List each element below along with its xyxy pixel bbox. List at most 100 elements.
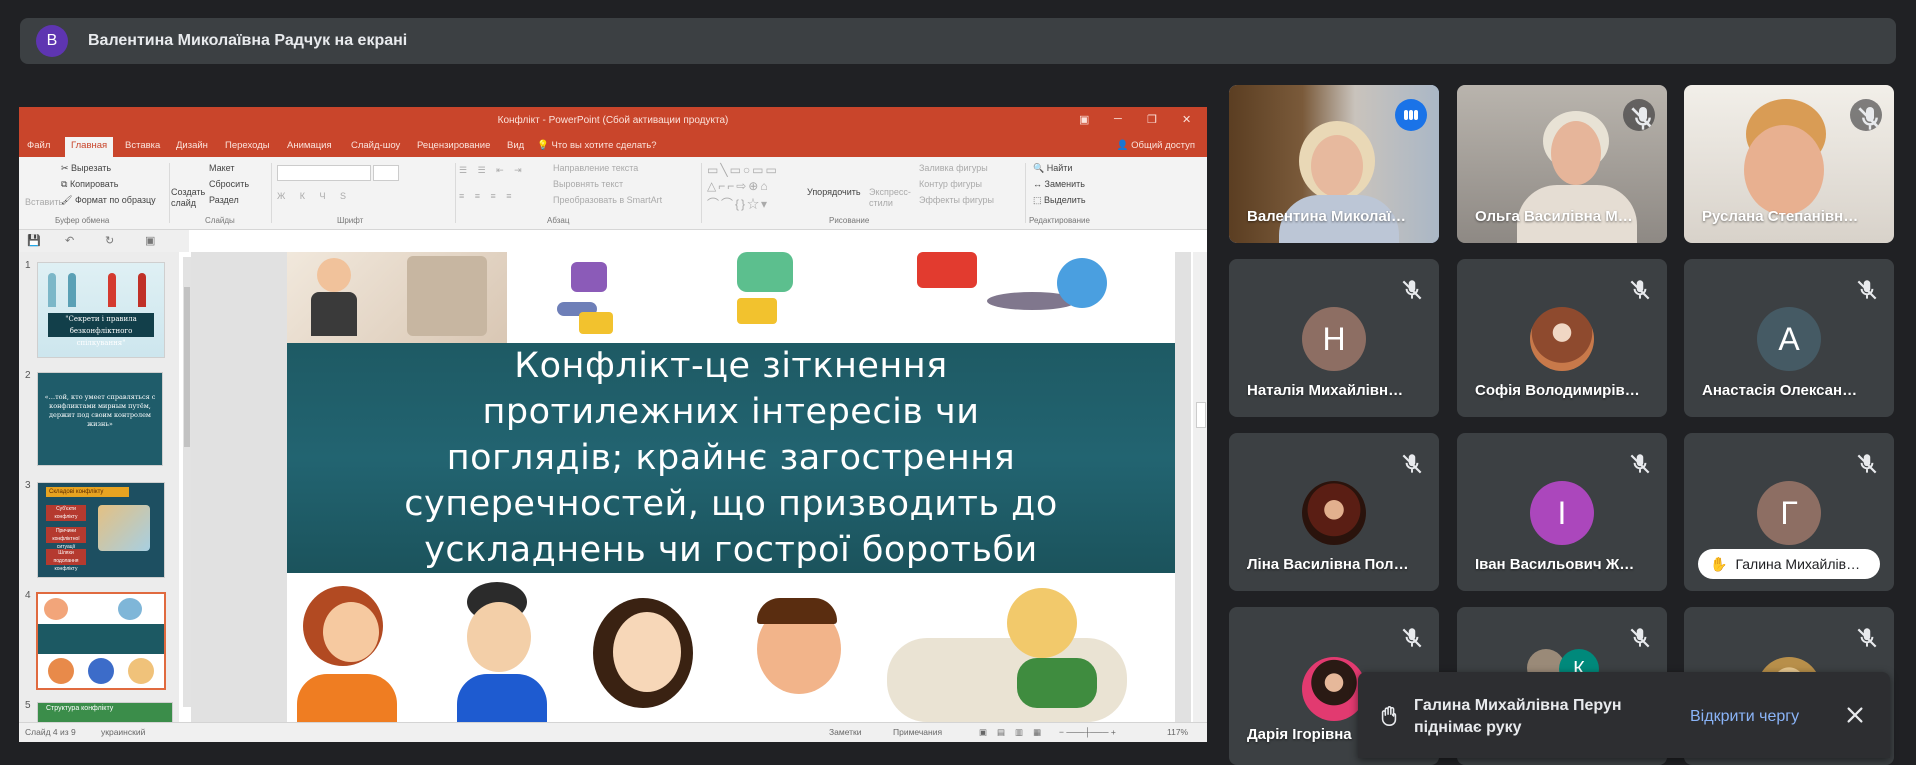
thumb-box: Шляхи подолання конфлікту	[46, 549, 86, 572]
participant-tile[interactable]: Ольга Василівна М…	[1457, 85, 1667, 243]
select-button[interactable]: ⬚ Выделить	[1033, 195, 1086, 206]
font-family-select[interactable]	[277, 165, 371, 181]
cartoon-stool	[579, 312, 613, 334]
cartoon-shirt	[297, 674, 397, 722]
shape-outline-button[interactable]: Контур фигуры	[919, 179, 982, 189]
restore-icon[interactable]: ❐	[1147, 113, 1157, 126]
reset-button[interactable]: Сбросить	[209, 179, 249, 189]
definition-line: протилежних інтересів чи	[482, 392, 980, 432]
thumb-figure	[128, 658, 154, 684]
participant-tile[interactable]: Руслана Степанівн…	[1684, 85, 1894, 243]
thumb-text: Структура конфлікту	[46, 705, 114, 712]
tab-slideshow[interactable]: Слайд-шоу	[351, 140, 400, 151]
participant-tile[interactable]: Н Наталія Михайлівн…	[1229, 259, 1439, 417]
tab-insert[interactable]: Вставка	[125, 140, 160, 151]
slideshow-icon[interactable]: ▣	[145, 234, 155, 247]
scrollbar-thumb[interactable]	[184, 287, 190, 447]
presenter-avatar: В	[36, 25, 68, 57]
tab-view[interactable]: Вид	[507, 140, 524, 151]
participant-tile[interactable]: Г ✋ Галина Михайлів…	[1684, 433, 1894, 591]
share-button[interactable]: 👤 Общий доступ	[1117, 140, 1195, 151]
align-text-button[interactable]: Выровнять текст	[553, 179, 623, 189]
cartoon-face	[323, 602, 379, 662]
participant-name: Анастасія Олексан…	[1702, 382, 1858, 399]
ribbon-divider	[271, 163, 272, 223]
speaking-indicator-icon	[1395, 99, 1427, 131]
tab-review[interactable]: Рецензирование	[417, 140, 490, 151]
tab-design[interactable]: Дизайн	[176, 140, 208, 151]
slide-thumbnail-5[interactable]: Структура конфлікту	[37, 702, 173, 724]
participant-name: Софія Володимирів…	[1475, 382, 1640, 399]
cartoon-head	[1007, 588, 1077, 658]
slide-thumbnail-1[interactable]: "Секрети і правила безконфліктного спілк…	[37, 262, 165, 358]
zoom-slider[interactable]: − ───┼─── +	[1059, 727, 1116, 737]
mic-off-icon	[1627, 451, 1653, 477]
cartoon-children	[907, 252, 1167, 343]
thumbnail-scrollbar[interactable]	[183, 257, 191, 707]
cartoon-standing-woman	[707, 252, 827, 343]
participant-tile[interactable]: Валентина Миколаї…	[1229, 85, 1439, 243]
shape-effects-button[interactable]: Эффекты фигуры	[919, 195, 994, 205]
tab-file[interactable]: Файл	[27, 140, 50, 151]
mic-off-icon	[1399, 625, 1425, 651]
participant-name: Наталія Михайлівн…	[1247, 382, 1404, 399]
mic-off-icon	[1399, 451, 1425, 477]
notes-button[interactable]: Заметки	[829, 727, 862, 737]
shapes-gallery[interactable]: ▭╲▭○▭▭	[707, 163, 779, 177]
quick-styles-button[interactable]: Экспресс-стили	[869, 187, 911, 209]
shapes-gallery-row2[interactable]: △⌐⌐⇨⊕⌂	[707, 179, 770, 193]
tab-home[interactable]: Главная	[65, 137, 114, 157]
ribbon-divider	[169, 163, 170, 223]
find-button[interactable]: 🔍 Найти	[1033, 163, 1072, 174]
scrollbar-thumb[interactable]	[1196, 402, 1206, 428]
participant-tile[interactable]: Ліна Василівна Пол…	[1229, 433, 1439, 591]
editor-scrollbar[interactable]	[1193, 252, 1207, 722]
align-buttons[interactable]: ≡ ≡ ≡ ≡	[459, 191, 516, 201]
open-queue-button[interactable]: Відкрити чергу	[1690, 708, 1799, 726]
format-painter-button[interactable]: 🖌 Формат по образцу	[61, 195, 156, 206]
arrange-button[interactable]: Упорядочить	[807, 187, 861, 197]
shape-fill-button[interactable]: Заливка фигуры	[919, 163, 988, 173]
section-button[interactable]: Раздел	[209, 195, 239, 205]
tell-me-box[interactable]: 💡 Что вы хотите сделать?	[537, 140, 657, 151]
list-buttons[interactable]: ☰ ☰ ⇤ ⇥	[459, 165, 526, 176]
close-icon[interactable]	[1844, 704, 1866, 726]
save-icon[interactable]: 💾	[27, 234, 41, 247]
language[interactable]: украинский	[101, 727, 145, 737]
thumb-text: «…той, кто умеет справляться с конфликта…	[44, 393, 156, 428]
group-clipboard: Буфер обмена	[55, 216, 110, 225]
cartoon-arguing-people	[287, 578, 1175, 722]
copy-label: Копировать	[69, 179, 119, 189]
participant-tile[interactable]: А Анастасія Олексан…	[1684, 259, 1894, 417]
slide-thumbnail-3[interactable]: Складові конфлікту Суб'єкти конфлікту Пр…	[37, 482, 165, 578]
mic-off-icon	[1854, 451, 1880, 477]
convert-smartart-button[interactable]: Преобразовать в SmartArt	[553, 195, 662, 205]
slide-thumbnail-4[interactable]	[36, 592, 166, 690]
comments-button[interactable]: Примечания	[893, 727, 942, 737]
ribbon-display-icon[interactable]: ▣	[1079, 113, 1089, 126]
close-icon[interactable]: ✕	[1182, 113, 1191, 126]
replace-button[interactable]: ↔ Заменить	[1033, 179, 1085, 189]
redo-icon[interactable]: ↻	[105, 234, 114, 247]
ppt-ribbon: Вставить ✂ Вырезать ⧉ Копировать 🖌 Форма…	[19, 157, 1207, 230]
ppt-statusbar: Слайд 4 из 9 украинский Заметки Примечан…	[19, 722, 1207, 742]
zoom-level[interactable]: 117%	[1167, 727, 1188, 737]
new-slide-button[interactable]: Создать слайд	[171, 187, 207, 209]
slide-thumbnail-2[interactable]: «…той, кто умеет справляться с конфликта…	[37, 372, 163, 466]
participant-tile[interactable]: Софія Володимирів…	[1457, 259, 1667, 417]
text-direction-button[interactable]: Направление текста	[553, 163, 638, 173]
view-buttons[interactable]: ▣▤▥▦	[979, 727, 1051, 738]
undo-icon[interactable]: ↶	[65, 234, 74, 247]
minimize-icon[interactable]: ─	[1114, 113, 1122, 125]
tab-transitions[interactable]: Переходы	[225, 140, 270, 151]
layout-button[interactable]: Макет	[209, 163, 234, 173]
shapes-gallery-row3[interactable]: ⌒⌒{}☆▾	[707, 195, 769, 212]
font-size-select[interactable]	[373, 165, 399, 181]
participant-tile[interactable]: І Іван Васильович Ж…	[1457, 433, 1667, 591]
participant-name: Ольга Василівна М…	[1475, 208, 1633, 225]
tab-animation[interactable]: Анимация	[287, 140, 332, 151]
cut-button[interactable]: ✂ Вырезать	[61, 163, 111, 174]
font-format-buttons[interactable]: Ж К Ч S	[277, 191, 352, 201]
paste-button[interactable]: Вставить	[25, 197, 63, 207]
copy-button[interactable]: ⧉ Копировать	[61, 179, 118, 190]
